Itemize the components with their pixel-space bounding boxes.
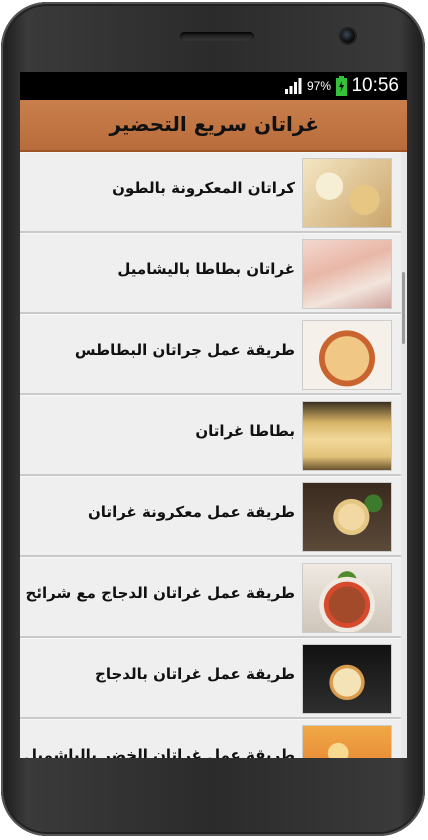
signal-bars-icon: [285, 78, 302, 94]
battery-charging-icon: [336, 76, 347, 96]
recipe-list-item[interactable]: كراتان المعكرونة بالطون: [20, 152, 401, 233]
recipe-list-item[interactable]: طريقة عمل غراتان بالدجاج: [20, 638, 401, 719]
app-screen: 97% 10:56 غراتان سريع التحضير كراتان الم…: [20, 72, 407, 758]
status-bar: 97% 10:56: [20, 72, 407, 100]
recipe-list-item[interactable]: طريقة عمل معكرونة غراتان: [20, 476, 401, 557]
recipe-list-item[interactable]: طريقة عمل جراتان البطاطس: [20, 314, 401, 395]
recipe-title: بطاطا غراتان: [195, 422, 295, 440]
recipe-list-item[interactable]: غراتان بطاطا باليشاميل: [20, 233, 401, 314]
recipe-title: كراتان المعكرونة بالطون: [112, 179, 295, 197]
recipe-title: طريقة عمل جراتان البطاطس: [74, 341, 295, 359]
device-bottom-bezel: [0, 792, 428, 836]
battery-percent: 97%: [306, 79, 331, 93]
recipe-title: طريقة عمل غراتان الدجاج مع شرائح الباذنج…: [20, 584, 295, 602]
recipe-title: طريقة عمل غراتان الخضر بالباشميل: [23, 746, 295, 758]
app-bar: غراتان سريع التحضير: [20, 100, 407, 152]
status-time: 10:56: [351, 75, 399, 96]
earpiece-speaker: [180, 32, 254, 41]
recipe-list-item[interactable]: طريقة عمل غراتان الدجاج مع شرائح الباذنج…: [20, 557, 401, 638]
phone-frame: 97% 10:56 غراتان سريع التحضير كراتان الم…: [0, 0, 428, 840]
recipe-thumbnail: [302, 401, 392, 471]
recipe-thumbnail: [302, 320, 392, 390]
recipe-title: غراتان بطاطا باليشاميل: [117, 260, 295, 278]
recipe-list-item[interactable]: بطاطا غراتان: [20, 395, 401, 476]
recipe-thumbnail: [302, 482, 392, 552]
recipe-thumbnail: [302, 158, 392, 228]
recipe-title: طريقة عمل معكرونة غراتان: [88, 503, 295, 521]
scrollbar[interactable]: [402, 272, 405, 344]
recipe-list-item[interactable]: طريقة عمل غراتان الخضر بالباشميل: [20, 719, 401, 758]
recipe-thumbnail: [302, 563, 392, 633]
front-camera: [341, 29, 355, 43]
recipe-title: طريقة عمل غراتان بالدجاج: [95, 665, 295, 683]
recipe-thumbnail: [302, 725, 392, 758]
page-title: غراتان سريع التحضير: [109, 112, 319, 136]
recipe-thumbnail: [302, 239, 392, 309]
recipe-thumbnail: [302, 644, 392, 714]
